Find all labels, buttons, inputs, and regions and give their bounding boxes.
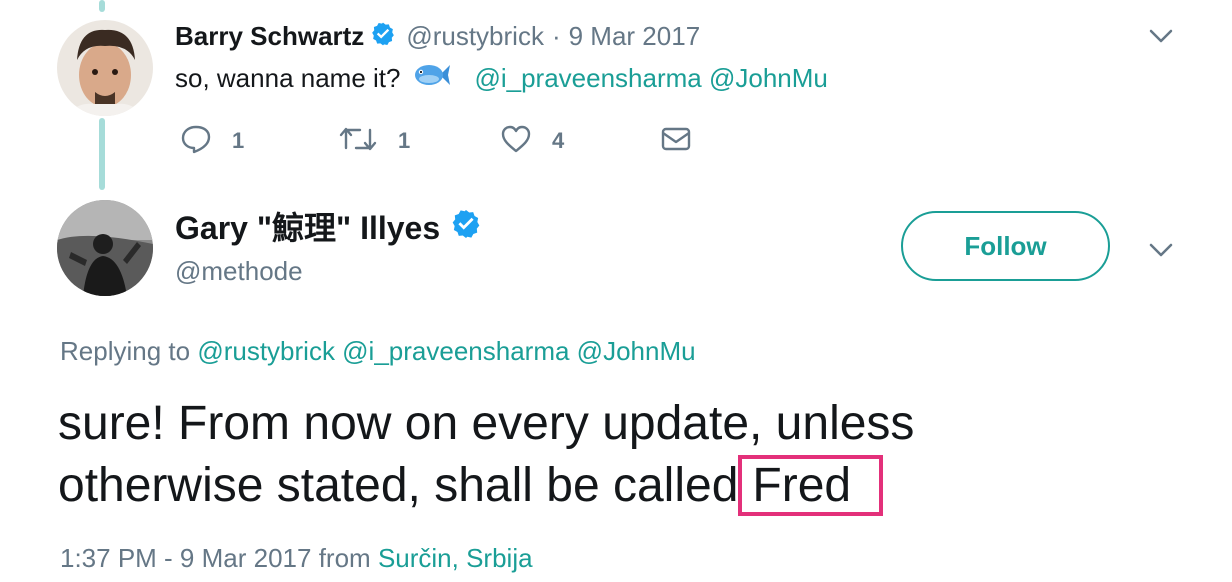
author-name[interactable]: Gary "鯨理" Illyes [175, 203, 440, 249]
retweet-count: 1 [398, 128, 411, 153]
parent-tweet-text: so, wanna name it? @i_praveensharma @Joh… [175, 60, 828, 96]
handle[interactable]: @rustybrick [406, 21, 544, 52]
retweet-button[interactable]: 1 [338, 124, 410, 158]
mention-links[interactable]: @i_praveensharma @JohnMu [474, 63, 827, 94]
replying-to: Replying to @rustybrick @i_praveensharma… [60, 336, 696, 367]
handle[interactable]: @methode [175, 256, 303, 287]
tweet-footer: 1:37 PM - 9 Mar 2017 from Surčin, Srbija [60, 543, 533, 574]
reply-icon [180, 124, 212, 159]
main-tweet-header: Gary "鯨理" Illyes [175, 206, 482, 246]
verified-badge-icon [450, 208, 482, 245]
like-icon [500, 124, 532, 159]
retweet-icon [338, 124, 378, 159]
direct-message-icon [660, 125, 692, 158]
tweet-date[interactable]: 9 Mar 2017 [569, 21, 701, 52]
verified-badge-icon [370, 21, 396, 52]
thread-line-top [99, 0, 105, 12]
highlighted-word: Fred [738, 455, 884, 516]
replying-to-prefix: Replying to [60, 336, 191, 366]
parent-tweet-header: Barry Schwartz @rustybrick · 9 Mar 2017 [175, 18, 700, 54]
timestamp[interactable]: 1:37 PM - 9 Mar 2017 [60, 543, 311, 573]
chevron-down-icon[interactable] [1148, 240, 1174, 260]
chevron-down-icon[interactable] [1148, 26, 1174, 46]
author-name[interactable]: Barry Schwartz [175, 21, 364, 52]
like-count: 4 [552, 128, 565, 153]
tweet-text: sure! From now on every update, unless o… [58, 393, 1078, 517]
thread-line-bottom [99, 118, 105, 190]
tweet-text: so, wanna name it? [175, 62, 401, 93]
fish-emoji-icon [414, 62, 451, 95]
replying-to-mentions[interactable]: @rustybrick @i_praveensharma @JohnMu [197, 336, 695, 366]
follow-button[interactable]: Follow [901, 211, 1110, 281]
location-link[interactable]: Surčin, Srbija [378, 543, 533, 573]
reply-button[interactable]: 1 [180, 124, 244, 158]
from-label: from [318, 543, 371, 573]
reply-count: 1 [232, 128, 245, 153]
direct-message-button[interactable] [660, 124, 692, 158]
avatar[interactable] [57, 20, 153, 116]
avatar[interactable] [57, 200, 153, 296]
like-button[interactable]: 4 [500, 124, 564, 158]
separator: · [551, 20, 561, 51]
